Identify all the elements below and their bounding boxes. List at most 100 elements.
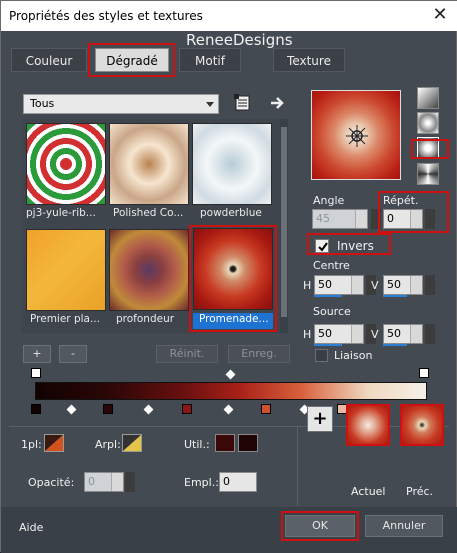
crosshair-icon[interactable]	[345, 124, 369, 148]
add-gradient-button[interactable]: +	[23, 345, 51, 363]
swatch-polished-copper[interactable]	[109, 123, 189, 205]
source-v-spinner[interactable]: 50	[383, 324, 423, 344]
previous-label: Préc.	[406, 485, 434, 498]
current-swatch[interactable]	[346, 404, 390, 446]
current-label: Actuel	[351, 485, 386, 498]
updown-icon[interactable]	[351, 276, 363, 294]
updown-icon[interactable]	[355, 210, 367, 228]
close-icon[interactable]: ✕	[429, 4, 451, 26]
center-label: Centre	[313, 259, 350, 272]
opacity-midpoint[interactable]	[225, 369, 236, 380]
save-button[interactable]: Enreg.	[228, 345, 290, 363]
chevron-down-icon	[206, 102, 214, 107]
swatch-label: Premier pla...	[30, 313, 100, 325]
center-v-value: 50	[387, 278, 401, 291]
color-midpoint[interactable]	[143, 404, 154, 415]
center-h-spinner[interactable]: 50	[314, 275, 364, 295]
background-triangle-icon	[123, 435, 141, 451]
window-title: Propriétés des styles et textures	[9, 9, 203, 23]
link-label[interactable]: Liaison	[334, 349, 372, 362]
position-label: Empl.:	[184, 476, 219, 489]
updown-icon[interactable]	[410, 276, 422, 294]
color-midpoint[interactable]	[223, 404, 234, 415]
reset-icon[interactable]	[233, 93, 253, 113]
source-v-slider[interactable]	[383, 344, 407, 346]
opacity-dropdown[interactable]	[125, 472, 135, 492]
opacity-stop-left[interactable]	[31, 368, 41, 378]
swatch-label: profondeur	[116, 313, 175, 325]
foreground-swatch[interactable]	[44, 434, 64, 452]
swatch-powderblue[interactable]	[192, 123, 272, 205]
highlight-selected-swatch	[189, 225, 277, 332]
arrow-right-icon[interactable]	[269, 94, 287, 112]
title-bar: Propriétés des styles et textures ✕	[1, 1, 457, 31]
source-v-value: 50	[387, 327, 401, 340]
back-label: Arpl:	[95, 438, 121, 451]
center-h-value: 50	[318, 278, 332, 291]
swatch-pj3-yule[interactable]	[26, 123, 106, 205]
center-v-label: V	[371, 279, 379, 292]
tab-motif[interactable]: Motif	[179, 48, 241, 72]
center-h-slider[interactable]	[314, 295, 342, 297]
util-swatch-2[interactable]	[238, 434, 258, 452]
first-label: 1pl:	[21, 438, 42, 451]
center-v-spinner[interactable]: 50	[383, 275, 423, 295]
angle-label: Angle	[313, 194, 345, 207]
opacity-track[interactable]	[31, 368, 429, 380]
gradient-preview[interactable]	[311, 90, 401, 180]
util-label: Util.:	[184, 438, 210, 451]
color-stop[interactable]	[103, 404, 113, 414]
swatch-label: pj3-yule-rib...	[26, 207, 96, 219]
center-v-slider[interactable]	[383, 295, 407, 297]
source-h-slider[interactable]	[314, 344, 342, 346]
source-v-dropdown[interactable]	[425, 324, 435, 344]
highlight-ok	[281, 511, 359, 541]
cancel-button[interactable]: Annuler	[365, 515, 443, 537]
source-h-label: H	[303, 328, 312, 341]
position-field[interactable]: 0	[219, 472, 257, 492]
position-value: 0	[223, 475, 230, 488]
color-stop[interactable]	[261, 404, 271, 414]
source-h-spinner[interactable]: 50	[314, 324, 364, 344]
angle-spinner[interactable]: 45	[312, 209, 368, 229]
background-swatch[interactable]	[122, 434, 142, 452]
angle-value: 45	[316, 212, 330, 225]
center-h-label: H	[303, 279, 312, 292]
swatch-premier-plan[interactable]	[26, 229, 106, 311]
gradient-editor-bar[interactable]	[35, 382, 427, 400]
library-scrollbar[interactable]	[280, 119, 288, 333]
sunburst-icon[interactable]	[417, 163, 439, 185]
source-v-label: V	[371, 328, 379, 341]
updown-icon[interactable]	[410, 325, 422, 343]
swatch-profondeur[interactable]	[109, 229, 189, 311]
swatch-label: powderblue	[200, 207, 262, 219]
highlight-tab	[88, 43, 175, 77]
opacity-spinner[interactable]: 0	[84, 472, 124, 492]
opacity-label: Opacité:	[28, 476, 75, 489]
tab-couleur[interactable]: Couleur	[11, 48, 87, 72]
color-stop[interactable]	[31, 404, 41, 414]
brand-watermark: ReneeDesigns	[186, 31, 293, 49]
opacity-stop-right[interactable]	[419, 368, 429, 378]
opacity-value: 0	[88, 475, 95, 488]
help-link[interactable]: Aide	[19, 521, 43, 534]
util-swatch-1[interactable]	[215, 434, 235, 452]
rectangular-icon[interactable]	[417, 112, 439, 134]
category-dropdown[interactable]: Tous	[23, 94, 219, 114]
reset-button[interactable]: Réinit.	[156, 345, 218, 363]
tab-texture[interactable]: Texture	[273, 48, 345, 72]
updown-icon[interactable]	[351, 325, 363, 343]
link-checkbox[interactable]	[315, 349, 328, 362]
dialog: Propriétés des styles et textures ✕ Rene…	[0, 0, 457, 553]
remove-gradient-button[interactable]: -	[59, 345, 87, 363]
color-stop[interactable]	[182, 404, 192, 414]
plus-icon[interactable]: +	[307, 406, 333, 432]
updown-icon[interactable]	[111, 473, 123, 491]
source-label: Source	[313, 305, 351, 318]
separator-vertical	[297, 426, 298, 506]
center-v-dropdown[interactable]	[425, 275, 435, 295]
color-midpoint[interactable]	[66, 404, 77, 415]
previous-swatch[interactable]	[400, 404, 444, 446]
scrollbar-thumb[interactable]	[281, 127, 287, 317]
linear-icon[interactable]	[417, 87, 439, 109]
